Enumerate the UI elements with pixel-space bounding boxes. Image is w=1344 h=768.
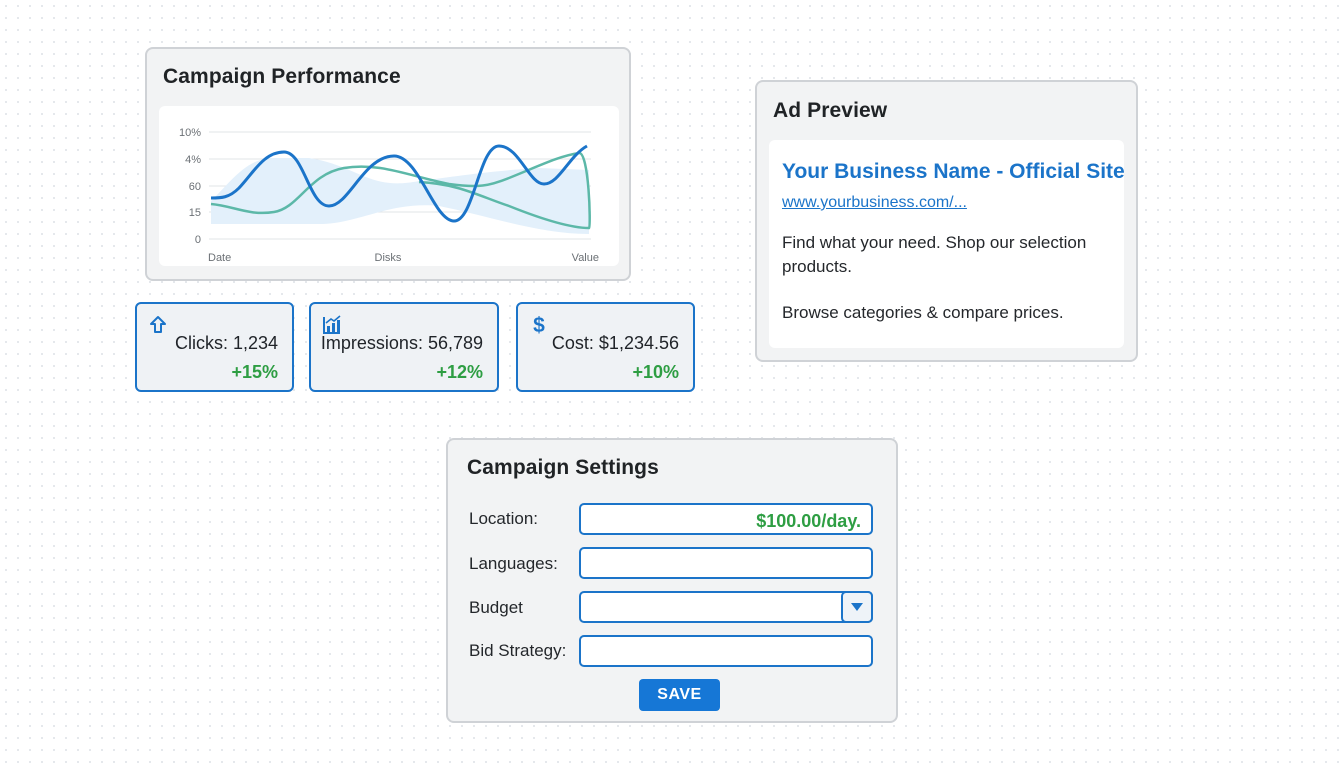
location-input[interactable]: $100.00/day.: [579, 503, 873, 535]
cost-delta: +10%: [632, 362, 679, 382]
clicks-label: Clicks: 1,234: [174, 333, 278, 353]
ad-description: Find what your need. Shop our selection …: [782, 233, 1087, 276]
cost-stat-card[interactable]: $ Cost: $1,234.56 +10%: [516, 302, 695, 392]
clicks-delta: +15%: [231, 362, 278, 382]
bid-strategy-label: Bid Strategy:: [469, 641, 567, 660]
arrow-up-icon: [150, 316, 166, 333]
cost-label: Cost: $1,234.56: [551, 333, 679, 353]
dollar-icon: $: [533, 314, 545, 336]
location-label: Location:: [469, 509, 538, 528]
y-tick-label: 60: [189, 181, 201, 193]
ad-description: Browse categories & compare prices.: [782, 303, 1064, 322]
bid-strategy-input[interactable]: [579, 635, 873, 667]
budget-select[interactable]: [579, 591, 873, 623]
performance-chart: 10% 4% 60 15 0 Date Disks Value: [159, 106, 619, 266]
ad-headline-link[interactable]: Your Business Name - Official Site: [782, 160, 1125, 184]
x-label: Disks: [375, 252, 402, 264]
campaign-performance-card: Campaign Performance 10% 4% 60 15 0 Date…: [145, 47, 631, 281]
x-label: Value: [572, 252, 599, 264]
ad-preview-card: Ad Preview Your Business Name - Official…: [755, 80, 1138, 362]
y-tick-label: 4%: [185, 154, 201, 166]
save-button[interactable]: SAVE: [639, 679, 720, 711]
svg-text:$: $: [533, 314, 545, 336]
performance-title: Campaign Performance: [163, 65, 401, 88]
ad-url-link[interactable]: www.yourbusiness.com/...: [782, 194, 967, 212]
chevron-down-icon[interactable]: [841, 591, 873, 623]
y-tick-label: 15: [189, 207, 201, 219]
settings-title: Campaign Settings: [467, 456, 659, 479]
clicks-stat-card[interactable]: Clicks: 1,234 +15%: [135, 302, 294, 392]
ad-preview-panel: Your Business Name - Official Site www.y…: [769, 140, 1125, 348]
y-tick-label: 10%: [179, 127, 201, 139]
impressions-delta: +12%: [436, 362, 483, 382]
languages-input[interactable]: [579, 547, 873, 579]
impressions-label: Impressions: 56,789: [320, 333, 483, 353]
budget-label: Budget: [469, 598, 523, 617]
location-value: $100.00/day.: [756, 511, 861, 531]
x-label: Date: [208, 252, 231, 264]
y-tick-label: 0: [195, 234, 201, 246]
chart-svg: 10% 4% 60 15 0 Date Disks Value: [179, 127, 599, 264]
impressions-stat-card[interactable]: Impressions: 56,789 +12%: [309, 302, 499, 392]
languages-label: Languages:: [469, 554, 558, 573]
campaign-settings-card: Campaign Settings Location: $100.00/day.…: [446, 438, 898, 723]
ad-preview-title: Ad Preview: [773, 99, 888, 122]
